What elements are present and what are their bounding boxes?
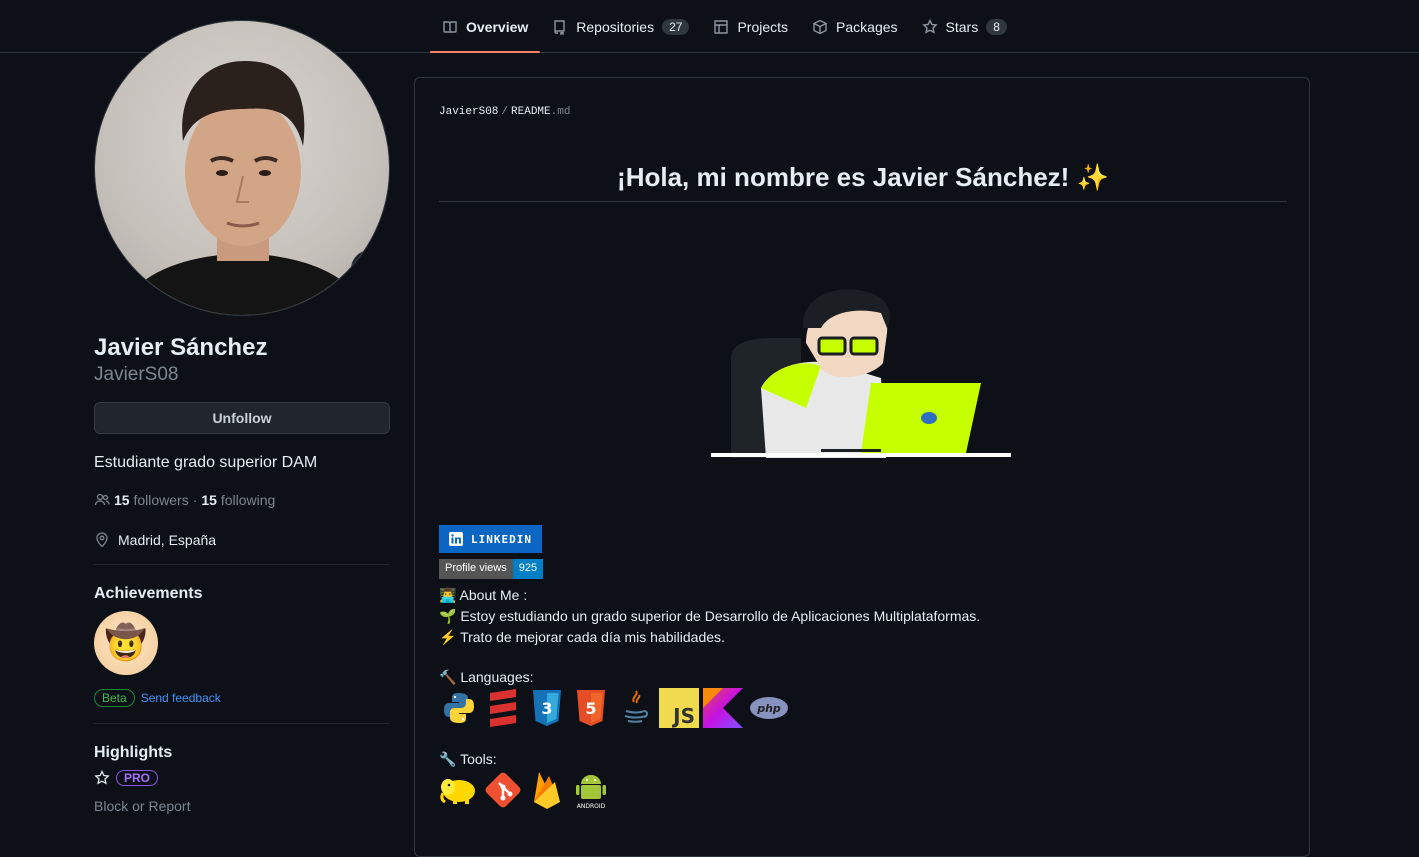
- follow-stats: 15 followers · 15 following: [94, 492, 390, 508]
- followers-link[interactable]: 15 followers: [114, 492, 189, 508]
- css3-icon: 3: [527, 688, 567, 728]
- book-icon: [443, 20, 457, 33]
- views-count: 925: [512, 559, 544, 579]
- avatar[interactable]: 🎯: [94, 20, 390, 316]
- repo-icon: [554, 19, 565, 35]
- people-icon: [94, 493, 110, 506]
- sparkles-icon: ✨: [1076, 162, 1109, 192]
- breadcrumb-file-name: README: [511, 106, 551, 118]
- stars-count: 8: [986, 18, 1007, 35]
- headline-text: ¡Hola, mi nombre es Javier Sánchez!: [617, 162, 1070, 192]
- tab-repositories[interactable]: Repositories 27: [540, 0, 701, 53]
- beta-badge: Beta: [94, 689, 135, 707]
- profile-location: Madrid, España: [94, 532, 390, 548]
- php-icon: php: [747, 688, 791, 728]
- breadcrumb-file-ext: .md: [550, 106, 571, 118]
- firebase-icon: [527, 770, 567, 810]
- star-icon: [94, 770, 110, 785]
- star-icon: [921, 18, 938, 34]
- svg-text:5: 5: [585, 699, 596, 718]
- tools-title: 🔧 Tools:: [439, 751, 497, 767]
- profile-fullname: Javier Sánchez: [94, 334, 268, 361]
- readme-headline: ¡Hola, mi nombre es Javier Sánchez! ✨: [439, 162, 1287, 202]
- profile-views-badge: Profile views 925: [439, 559, 544, 579]
- svg-text:3: 3: [541, 699, 552, 718]
- breadcrumb-user-link[interactable]: JavierS08: [439, 106, 498, 118]
- tab-label: Projects: [737, 18, 789, 35]
- follow-separator: ·: [192, 492, 198, 508]
- languages-title: 🔨 Languages:: [439, 669, 534, 685]
- achievements-feedback: Beta Send feedback: [94, 689, 390, 707]
- block-report-link[interactable]: Block or Report: [94, 798, 390, 814]
- profile-username: JavierS08: [94, 364, 179, 385]
- git-icon: [483, 770, 523, 810]
- divider: [94, 564, 390, 565]
- achievement-badge[interactable]: 🤠: [94, 611, 158, 675]
- languages-list: 3 5 JS php: [439, 688, 791, 728]
- highlights-title: Highlights: [94, 744, 173, 761]
- tab-projects[interactable]: Projects: [701, 0, 800, 53]
- javascript-icon: JS: [659, 688, 699, 728]
- package-icon: [813, 19, 827, 34]
- python-icon: [439, 688, 479, 728]
- tab-label: Stars: [945, 18, 979, 35]
- about-line: 🌱 Estoy estudiando un grado superior de …: [439, 608, 981, 624]
- tab-label: Packages: [836, 18, 898, 35]
- php-text: php: [756, 702, 781, 715]
- android-text: ANDROID: [577, 803, 606, 810]
- profile-bio: Estudiante grado superior DAM: [94, 454, 318, 471]
- location-icon: [96, 532, 108, 548]
- tab-list: Overview Repositories 27 Projects Packag…: [430, 0, 1019, 53]
- readme-breadcrumb: JavierS08/README.md: [439, 106, 570, 118]
- tab-packages[interactable]: Packages: [800, 0, 909, 53]
- js-text: JS: [671, 704, 695, 728]
- readme-card: JavierS08/README.md ¡Hola, mi nombre es …: [414, 77, 1310, 857]
- linkedin-label: LINKEDIN: [471, 532, 532, 546]
- tab-label: Repositories: [576, 18, 655, 35]
- highlights-row: PRO: [94, 770, 390, 786]
- pro-badge: PRO: [116, 770, 159, 786]
- tab-stars[interactable]: Stars 8: [910, 0, 1019, 53]
- tools-list: ANDROID: [439, 770, 611, 810]
- following-link[interactable]: 15 following: [201, 492, 275, 508]
- avatar-portrait: [116, 61, 370, 315]
- java-icon: [615, 688, 655, 728]
- repositories-count: 27: [662, 18, 690, 35]
- hadoop-icon: [439, 770, 479, 810]
- send-feedback-link[interactable]: Send feedback: [141, 691, 221, 705]
- achievement-emoji: 🤠: [104, 624, 148, 662]
- about-line: ⚡ Trato de mejorar cada día mis habilida…: [439, 629, 725, 645]
- tab-label: Overview: [466, 18, 529, 35]
- developer-illustration: [711, 289, 1011, 458]
- breadcrumb-separator: /: [501, 106, 509, 118]
- about-me-section: 👨‍💻 About Me : 🌱 Estoy estudiando un gra…: [439, 585, 980, 648]
- linkedin-icon: [449, 532, 463, 546]
- achievements-title[interactable]: Achievements: [94, 585, 390, 603]
- about-title: 👨‍💻 About Me :: [439, 587, 528, 603]
- views-label: Profile views: [439, 559, 513, 579]
- divider: [94, 723, 390, 724]
- scala-icon: [483, 688, 523, 728]
- kotlin-icon: [703, 688, 743, 728]
- table-icon: [714, 19, 729, 34]
- profile-sidebar: 🎯 Javier Sánchez JavierS08 Unfollow Estu…: [94, 20, 390, 814]
- tab-overview[interactable]: Overview: [430, 0, 541, 53]
- status-emoji[interactable]: 🎯: [351, 250, 389, 288]
- unfollow-button[interactable]: Unfollow: [94, 402, 390, 434]
- location-text: Madrid, España: [118, 532, 217, 548]
- linkedin-badge[interactable]: LINKEDIN: [439, 525, 542, 553]
- html5-icon: 5: [571, 688, 611, 728]
- breadcrumb-file-link[interactable]: README.md: [511, 106, 570, 118]
- android-icon: ANDROID: [571, 770, 611, 810]
